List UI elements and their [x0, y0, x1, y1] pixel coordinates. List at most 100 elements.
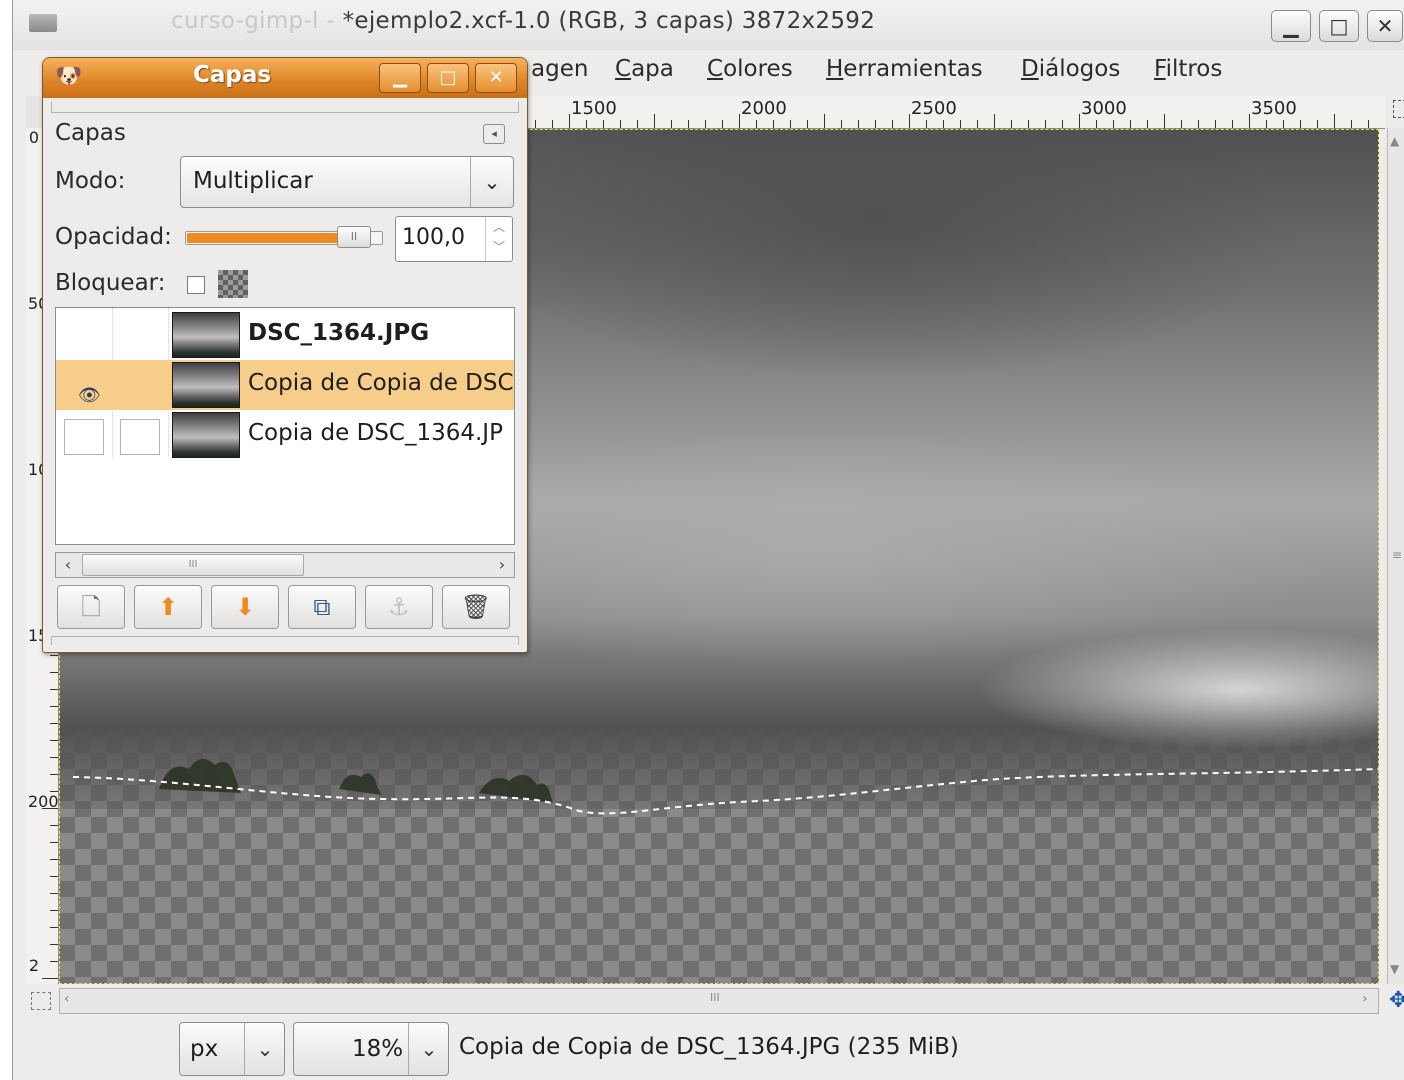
dialog-close-button[interactable]: ✕ [475, 63, 517, 93]
image-window-titlebar[interactable]: curso-gimp-l - *ejemplo2.xcf-1.0 (RGB, 3… [13, 0, 1404, 50]
ruler-tick [1232, 120, 1233, 128]
menu-dialogos-rest: iálogos [1038, 56, 1121, 82]
ruler-tick [1096, 120, 1097, 128]
layer-name[interactable]: Copia de Copia de DSC [248, 370, 514, 396]
chevron-down-icon[interactable]: ⌄ [408, 1023, 449, 1075]
menu-dialogos[interactable]: Diálogos [1021, 56, 1120, 82]
chevron-down-icon[interactable]: ⌄ [244, 1023, 285, 1075]
menu-capa[interactable]: Capa [615, 56, 674, 82]
ruler-tick [603, 120, 604, 128]
visibility-toggle[interactable] [64, 419, 104, 455]
dock-tab-area [51, 102, 519, 113]
scrollbar-thumb[interactable]: III [82, 554, 304, 576]
ruler-tick [960, 120, 961, 128]
zoom-combo[interactable]: 18% ⌄ [293, 1022, 449, 1076]
ruler-tick [50, 961, 58, 962]
ruler-tick [1215, 120, 1216, 128]
lock-alpha-icon[interactable] [218, 270, 248, 298]
scroll-right-icon[interactable]: › [1362, 991, 1368, 1007]
mode-combo[interactable]: Multiplicar ⌄ [180, 156, 514, 208]
layer-row[interactable]: DSC_1364.JPG [56, 310, 514, 360]
ruler-tick [50, 927, 58, 928]
ruler-tick [1283, 120, 1284, 128]
ruler-tick [858, 120, 859, 128]
new-layer-button[interactable]: 🗋 [57, 585, 125, 629]
opacity-slider[interactable]: II [185, 226, 383, 248]
ruler-tick [50, 842, 58, 843]
ruler-tick [722, 120, 723, 128]
dialog-maximize-button[interactable]: □ [427, 63, 469, 93]
opacity-spinbutton[interactable]: 100,0 ︿ ﹀ [395, 216, 513, 262]
layer-name[interactable]: DSC_1364.JPG [248, 320, 429, 346]
ruler-tick [50, 706, 58, 707]
chevron-down-icon[interactable]: ⌄ [470, 157, 513, 207]
scroll-down-icon[interactable]: ▼ [1390, 962, 1399, 976]
menu-imagen[interactable]: agen [531, 56, 588, 82]
dialog-title: Capas [193, 62, 272, 88]
tab-menu-button[interactable]: ◂ [483, 124, 505, 144]
layer-thumbnail[interactable] [172, 412, 240, 458]
ruler-tick [1249, 114, 1250, 128]
ruler-h-label: 3000 [1081, 98, 1127, 119]
ruler-tick [1334, 114, 1335, 128]
ruler-tick [1011, 120, 1012, 128]
layer-thumbnail[interactable] [172, 362, 240, 408]
anchor-layer-button[interactable]: ⚓ [365, 585, 433, 629]
layer-list-scrollbar[interactable]: ‹ III › [55, 552, 515, 578]
opacity-slider-handle[interactable]: II [337, 226, 371, 248]
ruler-tick [824, 114, 825, 128]
ruler-tick [50, 740, 58, 741]
dialog-minimize-button[interactable]: ▁ [379, 63, 421, 93]
navigate-icon[interactable]: ✥ [1389, 988, 1404, 1013]
layers-dialog-titlebar[interactable]: 🐶 Capas ▁ □ ✕ [43, 58, 527, 98]
scroll-grip-icon: ≡ [1392, 548, 1403, 562]
ruler-tick [1130, 120, 1131, 128]
ruler-tick [773, 120, 774, 128]
menu-colores[interactable]: Colores [707, 56, 793, 82]
eye-icon[interactable]: 👁 [78, 385, 101, 406]
window-menu-icon[interactable] [29, 14, 57, 32]
close-button[interactable]: ✕ [1367, 10, 1403, 42]
window-title: curso-gimp-l - *ejemplo2.xcf-1.0 (RGB, 3… [171, 8, 875, 34]
scroll-up-icon[interactable]: ▲ [1390, 134, 1399, 148]
ruler-tick [535, 120, 536, 128]
ruler-tick [841, 120, 842, 128]
ruler-tick [1181, 120, 1182, 128]
scroll-left-icon[interactable]: ‹ [56, 553, 80, 577]
ruler-tick [1062, 120, 1063, 128]
minimize-button[interactable]: ▁ [1271, 10, 1311, 42]
visibility-toggle[interactable]: 👁 [64, 369, 104, 406]
ruler-tick [50, 757, 58, 758]
horizontal-scrollbar[interactable]: ‹ III › [59, 988, 1379, 1014]
zoom-toggle-icon[interactable] [1393, 100, 1404, 118]
link-toggle[interactable] [120, 419, 160, 455]
wilber-icon[interactable]: 🐶 [55, 64, 82, 89]
ruler-v-origin-label: 0 [28, 128, 40, 147]
opacity-slider-fill [187, 233, 342, 243]
menu-colores-rest: olores [723, 56, 793, 82]
scroll-right-icon[interactable]: › [490, 553, 514, 577]
lock-pixels-checkbox[interactable] [187, 276, 205, 294]
ruler-tick [1147, 120, 1148, 128]
layer-list[interactable]: DSC_1364.JPG 👁 Copia de Copia de DSC Cop… [55, 307, 515, 545]
raise-layer-button[interactable]: ⬆ [134, 585, 202, 629]
quick-mask-icon[interactable] [31, 992, 51, 1010]
layer-row[interactable]: Copia de DSC_1364.JP [56, 410, 514, 460]
menu-filtros-rest: iltros [1165, 56, 1223, 82]
lower-layer-button[interactable]: ⬇ [211, 585, 279, 629]
menu-filtros[interactable]: Filtros [1154, 56, 1222, 82]
layer-name[interactable]: Copia de DSC_1364.JP [248, 420, 503, 446]
vertical-scrollbar[interactable]: ▲ ≡ ▼ [1387, 128, 1404, 984]
duplicate-layer-button[interactable]: ⧉ [288, 585, 356, 629]
delete-layer-button[interactable]: 🗑 [442, 585, 510, 629]
spin-arrows-icon[interactable]: ︿ ﹀ [485, 217, 512, 261]
scroll-left-icon[interactable]: ‹ [64, 991, 70, 1007]
ruler-tick [875, 120, 876, 128]
layer-row-selected[interactable]: 👁 Copia de Copia de DSC [56, 360, 514, 410]
layer-thumbnail[interactable] [172, 312, 240, 358]
maximize-button[interactable]: □ [1319, 10, 1359, 42]
ruler-tick [42, 978, 58, 979]
menu-herramientas[interactable]: Herramientas [826, 56, 983, 82]
ruler-v-label: 500 [28, 296, 59, 312]
unit-combo[interactable]: px ⌄ [179, 1022, 285, 1076]
